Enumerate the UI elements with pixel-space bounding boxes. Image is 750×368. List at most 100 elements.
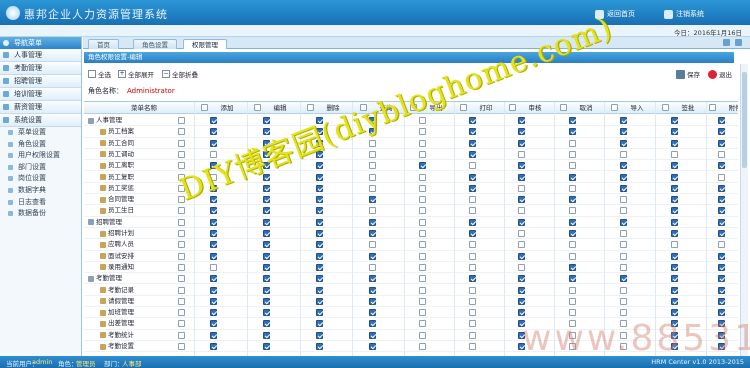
permission-checkbox[interactable] <box>718 297 725 305</box>
permission-checkbox[interactable] <box>620 309 627 317</box>
permission-checkbox[interactable] <box>620 230 627 237</box>
permission-checkbox[interactable] <box>569 241 576 249</box>
permission-checkbox[interactable] <box>718 150 725 158</box>
menu-item-label[interactable]: 合同管理 <box>100 194 134 205</box>
permission-checkbox[interactable] <box>620 263 627 271</box>
permission-checkbox[interactable] <box>469 196 476 204</box>
sidebar-section-recruit[interactable]: 招聘管理 <box>0 75 81 88</box>
permission-checkbox[interactable] <box>569 117 576 124</box>
sidebar-item-role[interactable]: 角色设置 <box>0 139 81 151</box>
menu-item-label[interactable]: 员工档案 <box>100 126 134 137</box>
permission-checkbox[interactable] <box>569 275 576 283</box>
menu-item-label[interactable]: 员工奖惩 <box>100 183 134 194</box>
permission-checkbox[interactable] <box>369 173 376 181</box>
row-select-checkbox[interactable] <box>178 128 185 136</box>
permission-checkbox[interactable] <box>316 173 323 181</box>
permission-checkbox[interactable] <box>369 230 376 237</box>
permission-checkbox[interactable] <box>263 184 270 192</box>
permission-checkbox[interactable] <box>569 252 576 260</box>
permission-checkbox[interactable] <box>263 297 270 305</box>
menu-group-label[interactable]: 考勤管理 <box>88 273 122 284</box>
row-select-checkbox[interactable] <box>178 207 185 215</box>
permission-checkbox[interactable] <box>316 263 323 271</box>
menu-item-label[interactable]: 员工调动 <box>100 149 134 160</box>
permission-checkbox[interactable] <box>518 241 525 249</box>
menu-item-label[interactable]: 员工合同 <box>100 138 134 149</box>
close-button[interactable]: 退出 <box>708 69 732 79</box>
permission-checkbox[interactable] <box>620 297 627 305</box>
permission-checkbox[interactable] <box>210 309 217 317</box>
permission-checkbox[interactable] <box>369 309 376 317</box>
permission-checkbox[interactable] <box>369 320 376 328</box>
permission-checkbox[interactable] <box>718 230 725 237</box>
permission-checkbox[interactable] <box>569 184 576 192</box>
permission-checkbox[interactable] <box>263 117 270 124</box>
menu-item-label[interactable]: 请假管理 <box>100 296 134 307</box>
permission-checkbox[interactable] <box>419 196 426 204</box>
permission-checkbox[interactable] <box>518 207 525 215</box>
permission-checkbox[interactable] <box>718 162 725 170</box>
permission-checkbox[interactable] <box>569 207 576 215</box>
permission-checkbox[interactable] <box>210 331 217 339</box>
permission-checkbox[interactable] <box>369 196 376 204</box>
permission-checkbox[interactable] <box>263 320 270 328</box>
permission-checkbox[interactable] <box>518 184 525 192</box>
sidebar-item-dictionary[interactable]: 数据字典 <box>0 185 81 197</box>
permission-checkbox[interactable] <box>210 252 217 260</box>
permission-checkbox[interactable] <box>620 139 627 147</box>
column-select-checkbox[interactable] <box>662 104 669 111</box>
row-select-checkbox[interactable] <box>178 331 185 339</box>
permission-checkbox[interactable] <box>419 320 426 328</box>
permission-checkbox[interactable] <box>369 241 376 249</box>
permission-checkbox[interactable] <box>469 343 476 350</box>
permission-checkbox[interactable] <box>620 275 627 283</box>
permission-checkbox[interactable] <box>671 207 678 215</box>
permission-checkbox[interactable] <box>316 309 323 317</box>
permission-checkbox[interactable] <box>316 218 323 226</box>
permission-checkbox[interactable] <box>263 207 270 215</box>
tab-next-icon[interactable] <box>735 39 742 46</box>
permission-checkbox[interactable] <box>671 150 678 158</box>
permission-checkbox[interactable] <box>569 173 576 181</box>
permission-checkbox[interactable] <box>718 263 725 271</box>
row-select-checkbox[interactable] <box>178 263 185 271</box>
permission-checkbox[interactable] <box>419 241 426 249</box>
permission-checkbox[interactable] <box>569 162 576 170</box>
permission-checkbox[interactable] <box>469 207 476 215</box>
permission-checkbox[interactable] <box>469 230 476 237</box>
permission-checkbox[interactable] <box>671 263 678 271</box>
permission-checkbox[interactable] <box>210 320 217 328</box>
row-select-checkbox[interactable] <box>178 230 185 237</box>
permission-checkbox[interactable] <box>469 320 476 328</box>
permission-checkbox[interactable] <box>518 150 525 158</box>
permission-checkbox[interactable] <box>718 196 725 204</box>
menu-item-label[interactable]: 加班管理 <box>100 307 134 318</box>
permission-checkbox[interactable] <box>671 218 678 226</box>
permission-checkbox[interactable] <box>518 139 525 147</box>
permission-checkbox[interactable] <box>671 252 678 260</box>
permission-checkbox[interactable] <box>316 162 323 170</box>
permission-checkbox[interactable] <box>671 128 678 136</box>
row-select-checkbox[interactable] <box>178 218 185 226</box>
permission-checkbox[interactable] <box>718 252 725 260</box>
row-select-checkbox[interactable] <box>178 252 185 260</box>
permission-checkbox[interactable] <box>369 286 376 294</box>
permission-checkbox[interactable] <box>718 286 725 294</box>
permission-checkbox[interactable] <box>469 309 476 317</box>
permission-checkbox[interactable] <box>419 309 426 317</box>
menu-item-label[interactable]: 员工复职 <box>100 172 134 183</box>
sidebar-section-salary[interactable]: 薪资管理 <box>0 101 81 114</box>
permission-checkbox[interactable] <box>620 173 627 181</box>
permission-checkbox[interactable] <box>369 331 376 339</box>
permission-checkbox[interactable] <box>210 128 217 136</box>
permission-checkbox[interactable] <box>469 263 476 271</box>
permission-checkbox[interactable] <box>316 184 323 192</box>
permission-checkbox[interactable] <box>316 320 323 328</box>
permission-checkbox[interactable] <box>369 162 376 170</box>
permission-checkbox[interactable] <box>469 117 476 124</box>
row-select-checkbox[interactable] <box>178 139 185 147</box>
permission-checkbox[interactable] <box>620 286 627 294</box>
permission-checkbox[interactable] <box>518 230 525 237</box>
sidebar-item-log[interactable]: 日志查看 <box>0 197 81 209</box>
menu-item-label[interactable]: 考勤记录 <box>100 285 134 296</box>
